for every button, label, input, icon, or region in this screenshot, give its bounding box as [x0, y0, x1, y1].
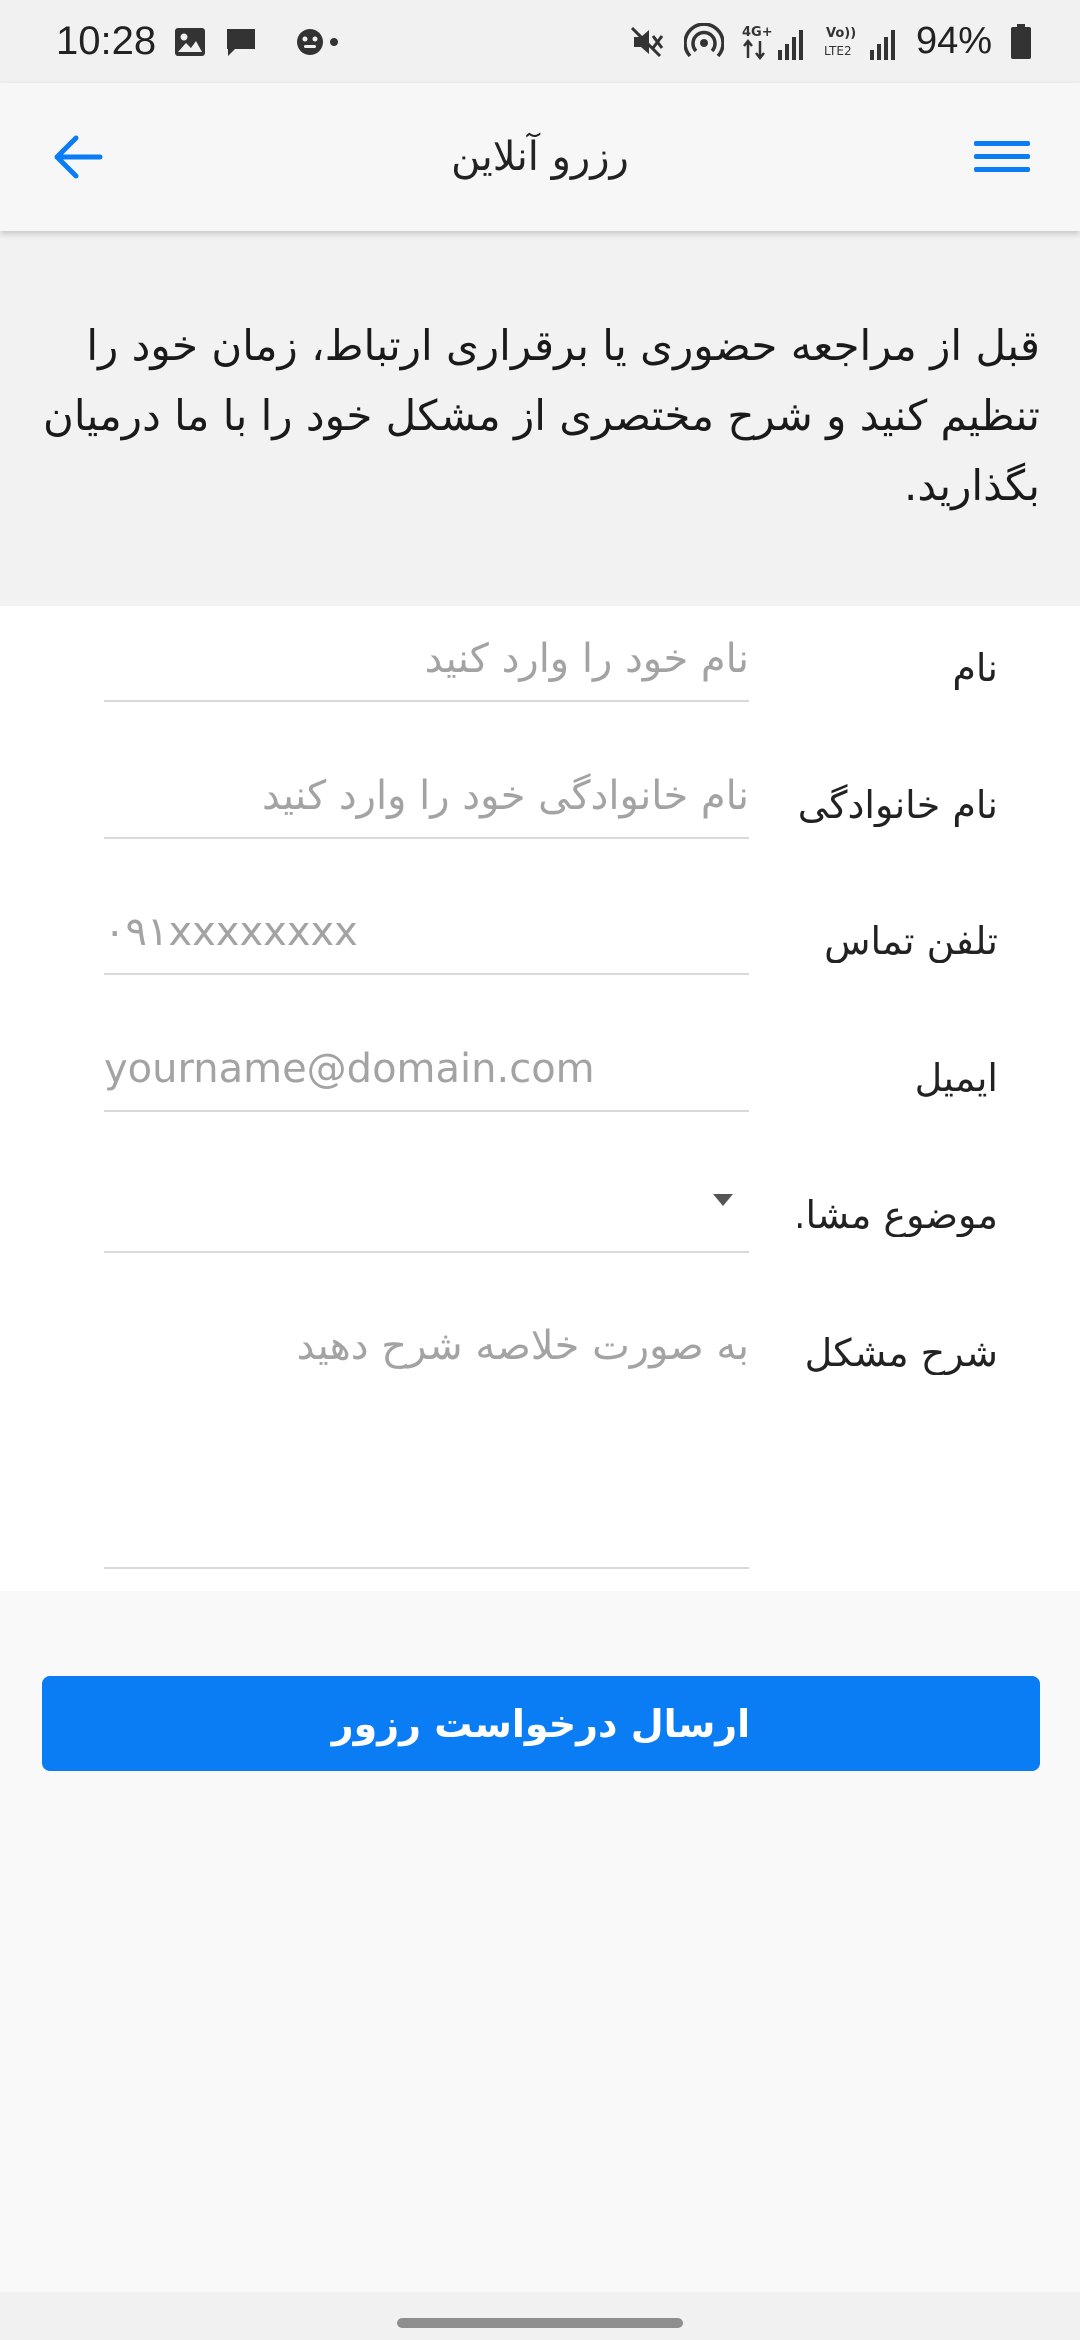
subject-select[interactable] [104, 1153, 749, 1253]
caret-down-icon [713, 1194, 733, 1206]
phone-input[interactable] [104, 909, 749, 975]
battery-icon [1010, 22, 1032, 62]
screen: 10:28 4G+ Vo)) LTE2 94% رزرو آنلاین قبل … [0, 0, 1080, 2340]
navigation-bar [0, 2292, 1080, 2340]
description-label: شرح مشکل [804, 1331, 998, 1375]
submit-reservation-button[interactable]: ارسال درخواست رزور [42, 1676, 1040, 1771]
reservation-form: نام نام خانوادگی تلفن تماس ایمیل موضوع م… [0, 606, 1080, 1591]
message-icon [224, 22, 258, 62]
first-name-input[interactable] [104, 636, 749, 702]
intro-text: قبل از مراجعه حضوری یا برقراری ارتباط، ز… [42, 321, 1040, 510]
last-name-label: نام خانوادگی [798, 783, 998, 827]
email-input[interactable] [104, 1046, 749, 1112]
description-textarea[interactable] [104, 1319, 749, 1569]
first-name-label: نام [952, 646, 998, 690]
svg-text:4G+: 4G+ [742, 25, 773, 40]
intro-section: قبل از مراجعه حضوری یا برقراری ارتباط، ز… [0, 231, 1080, 606]
home-gesture-handle[interactable] [397, 2318, 683, 2328]
status-bar: 10:28 4G+ Vo)) LTE2 94% [0, 0, 1080, 83]
signal-4g-icon: 4G+ [742, 22, 806, 62]
subject-label: موضوع مشا... [798, 1193, 998, 1237]
volte-signal-icon: Vo)) LTE2 [824, 22, 898, 62]
svg-text:Vo)): Vo)) [826, 26, 856, 41]
page-title: رزرو آنلاین [451, 134, 629, 180]
assistant-icon [296, 22, 344, 62]
phone-label: تلفن تماس [824, 919, 998, 963]
gallery-icon [174, 22, 206, 62]
mute-icon [630, 22, 666, 62]
svg-text:LTE2: LTE2 [824, 44, 852, 58]
email-label: ایمیل [914, 1056, 998, 1100]
back-button[interactable] [40, 119, 116, 195]
arrow-left-icon [54, 135, 103, 179]
app-bar: رزرو آنلاین [0, 83, 1080, 231]
status-time: 10:28 [56, 19, 157, 63]
battery-percent: 94% [915, 20, 992, 62]
last-name-input[interactable] [104, 773, 749, 839]
hotspot-icon [683, 22, 724, 62]
hamburger-menu-icon [974, 141, 1030, 172]
menu-button[interactable] [964, 119, 1040, 195]
